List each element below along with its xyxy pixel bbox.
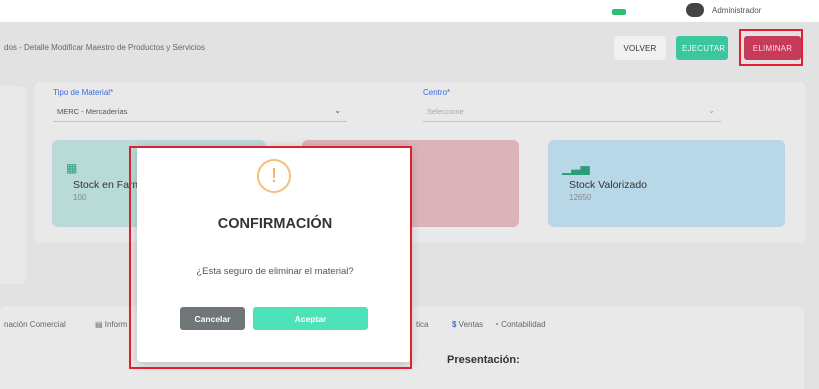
- annotation-highlight-dialog: [129, 146, 412, 369]
- tab-informacion-comercial[interactable]: nación Comercial: [4, 320, 66, 329]
- top-bar: Administrador: [0, 0, 819, 22]
- stat-card-stock-valorizado: ▁▃▅ Stock Valorizado 12650: [548, 140, 785, 227]
- stat-value: 100: [73, 193, 87, 202]
- tab-ventas[interactable]: $ Ventas: [452, 320, 483, 329]
- chevron-down-icon: ⌄: [708, 106, 715, 115]
- tab-informacion[interactable]: ▤ Inform: [95, 320, 127, 329]
- tab-label: Ventas: [458, 320, 484, 329]
- volver-button[interactable]: VOLVER: [614, 36, 666, 60]
- tab-label: Inform: [104, 320, 128, 329]
- centro-placeholder: Seleccione: [427, 107, 464, 116]
- breadcrumb: dos - Detalle Modificar Maestro de Produ…: [4, 43, 205, 52]
- avatar[interactable]: [686, 3, 704, 17]
- tipo-material-label: Tipo de Material*: [53, 88, 114, 97]
- left-panel: [0, 86, 26, 284]
- document-icon: ▤: [95, 320, 105, 329]
- centro-label: Centro*: [423, 88, 451, 97]
- user-name: Administrador: [712, 5, 762, 15]
- section-title: Presentación:: [447, 354, 520, 366]
- stat-title: Stock Valorizado: [569, 179, 648, 191]
- ejecutar-button[interactable]: EJECUTAR: [676, 36, 728, 60]
- centro-select[interactable]: Seleccione ⌄: [423, 103, 721, 122]
- stat-value: 12650: [569, 193, 592, 202]
- notification-icon[interactable]: [612, 9, 626, 15]
- user-menu[interactable]: Administrador: [686, 3, 761, 17]
- dollar-icon: $: [452, 320, 459, 329]
- tipo-material-select[interactable]: MERC - Mercaderías ⌄: [53, 103, 347, 122]
- bar-chart-icon: ▁▃▅: [562, 161, 590, 175]
- tab-label: Contabilidad: [501, 320, 546, 329]
- building-icon: ▦: [66, 161, 78, 175]
- chevron-down-icon: ⌄: [334, 106, 341, 115]
- coins-icon: ◔: [494, 320, 502, 329]
- tab-contabilidad[interactable]: ◔ Contabilidad: [494, 320, 546, 329]
- tab-tecnica[interactable]: tica: [416, 320, 428, 329]
- tipo-material-value: MERC - Mercaderías: [57, 107, 128, 116]
- annotation-highlight-eliminar: [739, 29, 803, 66]
